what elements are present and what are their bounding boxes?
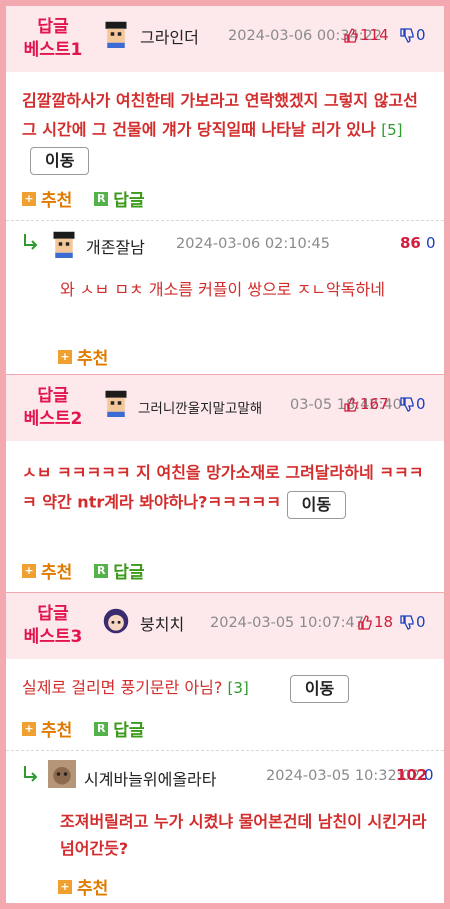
recommend-button[interactable]: + 추천 xyxy=(22,558,72,583)
reply-count: [3] xyxy=(227,679,249,697)
downvote-button[interactable]: 0 xyxy=(400,26,426,44)
best-label: 답글 베스트3 xyxy=(23,604,83,647)
divider xyxy=(6,750,444,751)
reply-downvote-count[interactable]: 0 xyxy=(424,766,434,784)
upvote-button[interactable]: 114 xyxy=(344,26,389,44)
comment-text: 실제로 걸리면 풍기문란 아님? [3] 이동 xyxy=(22,673,430,703)
reply-actions: + 추천 xyxy=(58,344,108,369)
plus-icon: + xyxy=(22,721,36,736)
recommend-label: 추천 xyxy=(41,563,73,583)
recommend-label: 추천 xyxy=(77,879,109,899)
upvote-count: 18 xyxy=(374,613,394,631)
reply-upvote-count[interactable]: 102 xyxy=(396,766,427,784)
reply-r-icon: R xyxy=(94,191,109,206)
downvote-button[interactable]: 0 xyxy=(400,613,426,631)
reply-label: 답글 xyxy=(113,563,145,583)
reply-downvote-count[interactable]: 0 xyxy=(426,234,436,252)
recommend-label: 추천 xyxy=(77,349,109,369)
reply-label: 답글 xyxy=(113,191,145,211)
comment-actions: + 추천 R 답글 xyxy=(22,186,145,211)
author-name[interactable]: 붕치치 xyxy=(140,611,184,635)
comment-body: 김깔깔하사가 여친한테 가보라고 연락했겠지 그렇지 않고선 그 시간에 그 건… xyxy=(22,91,418,139)
recommend-button[interactable]: + 추천 xyxy=(58,874,108,899)
recommend-label: 추천 xyxy=(41,191,73,211)
best-comment-header: 답글 베스트2 그러니깐울지말고말해 03-05 18:42:40 167 0 xyxy=(6,375,444,441)
plus-icon: + xyxy=(58,349,72,364)
comment-text: ㅅㅂ ㅋㅋㅋㅋㅋ 지 여친을 망가소재로 그려달라하네 ㅋㅋㅋㅋ 약간 ntr계… xyxy=(22,458,430,519)
post-date: 2024-03-05 10:07:47 xyxy=(210,615,364,631)
best-label: 답글 베스트1 xyxy=(23,17,83,60)
upvote-button[interactable]: 167 xyxy=(344,395,389,413)
comment-actions: + 추천 R 답글 xyxy=(22,716,145,741)
plus-icon: + xyxy=(58,879,72,894)
plus-icon: + xyxy=(22,563,36,578)
reply-text: 조져버릴려고 누가 시켰냐 물어본건데 남친이 시킨거라 넘어간듯? xyxy=(60,812,427,858)
comment-panel: 답글 베스트1 그라인더 2024-03-06 00:34:22 114 0 김… xyxy=(0,0,450,909)
thumbs-up-icon xyxy=(344,27,358,43)
pixel-avatar-icon xyxy=(105,21,127,48)
reply-button[interactable]: R 답글 xyxy=(94,186,145,211)
comment-body: 실제로 걸리면 풍기문란 아님? xyxy=(22,678,223,697)
reply-author-name[interactable]: 개존잘남 xyxy=(86,234,145,258)
thumbs-up-icon xyxy=(358,614,372,630)
reply-button[interactable]: R 답글 xyxy=(94,716,145,741)
author-name[interactable]: 그라인더 xyxy=(140,24,199,48)
plus-icon: + xyxy=(22,191,36,206)
recommend-button[interactable]: + 추천 xyxy=(22,186,72,211)
downvote-button[interactable]: 0 xyxy=(400,395,426,413)
reply-arrow-icon xyxy=(24,766,38,782)
best-label: 답글 베스트2 xyxy=(23,386,83,429)
reply-date: 2024-03-06 02:10:45 xyxy=(176,236,330,252)
photo-avatar-icon xyxy=(48,760,76,788)
move-button[interactable]: 이동 xyxy=(289,674,350,703)
thumbs-down-icon xyxy=(400,27,414,43)
reply-actions: + 추천 xyxy=(58,874,108,899)
upvote-button[interactable]: 18 xyxy=(358,613,393,631)
recommend-button[interactable]: + 추천 xyxy=(22,716,72,741)
reply-author-name[interactable]: 시계바늘위에올라타 xyxy=(84,766,216,790)
reply-arrow-icon xyxy=(24,234,38,250)
thumbs-up-icon xyxy=(344,396,358,412)
best-comment-header: 답글 베스트3 붕치치 2024-03-05 10:07:47 18 0 xyxy=(6,593,444,659)
comment-actions: + 추천 R 답글 xyxy=(22,558,145,583)
author-name[interactable]: 그러니깐울지말고말해 xyxy=(138,397,262,417)
thumbs-down-icon xyxy=(400,396,414,412)
reply-button[interactable]: R 답글 xyxy=(94,558,145,583)
pixel-avatar-icon xyxy=(105,390,127,417)
move-button[interactable]: 이동 xyxy=(286,491,347,519)
best-comment-header: 답글 베스트1 그라인더 2024-03-06 00:34:22 114 0 xyxy=(6,6,444,72)
upvote-count: 167 xyxy=(360,395,389,413)
comment-body: ㅅㅂ ㅋㅋㅋㅋㅋ 지 여친을 망가소재로 그려달라하네 ㅋㅋㅋㅋ 약간 ntr계… xyxy=(22,463,424,512)
downvote-count: 0 xyxy=(416,26,426,44)
divider xyxy=(6,220,444,221)
recommend-button[interactable]: + 추천 xyxy=(58,344,108,369)
reply-label: 답글 xyxy=(113,721,145,741)
downvote-count: 0 xyxy=(416,613,426,631)
recommend-label: 추천 xyxy=(41,721,73,741)
pixel-avatar-icon xyxy=(53,231,75,258)
reply-text: 와 ㅅㅂ ㅁㅊ 개소름 커플이 쌍으로 ㅈㄴ악독하네 xyxy=(60,280,385,299)
upvote-count: 114 xyxy=(360,26,389,44)
reply-upvote-count[interactable]: 86 xyxy=(400,234,421,252)
reply-r-icon: R xyxy=(94,563,109,578)
reply-count: [5] xyxy=(381,121,403,139)
comment-text: 김깔깔하사가 여친한테 가보라고 연락했겠지 그렇지 않고선 그 시간에 그 건… xyxy=(22,86,430,175)
anime-avatar-icon xyxy=(103,608,129,634)
reply-r-icon: R xyxy=(94,721,109,736)
move-button[interactable]: 이동 xyxy=(30,146,90,175)
thumbs-down-icon xyxy=(400,614,414,630)
downvote-count: 0 xyxy=(416,395,426,413)
